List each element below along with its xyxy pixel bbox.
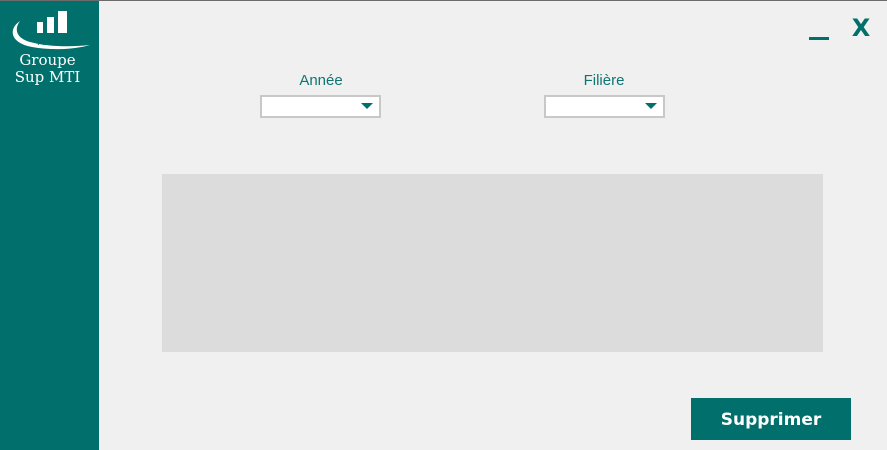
- minimize-icon: [809, 37, 829, 40]
- logo-icon: MTI: [12, 11, 91, 50]
- brand-line-2: Sup MTI: [14, 68, 81, 86]
- chevron-down-icon: [361, 103, 373, 109]
- annee-dropdown[interactable]: [260, 95, 381, 118]
- minimize-button[interactable]: [808, 21, 830, 43]
- supprimer-button[interactable]: Supprimer: [691, 398, 851, 440]
- chevron-down-icon: [645, 103, 657, 109]
- annee-label: Année: [299, 72, 343, 89]
- logo-mark-text: MTI: [37, 38, 59, 48]
- filiere-label: Filière: [583, 72, 625, 89]
- filiere-dropdown[interactable]: [544, 95, 665, 118]
- brand-line-1: Groupe: [19, 51, 76, 69]
- sidebar: MTI Groupe Sup MTI: [0, 1, 99, 450]
- data-grid[interactable]: [162, 174, 823, 352]
- close-button[interactable]: X: [849, 13, 873, 43]
